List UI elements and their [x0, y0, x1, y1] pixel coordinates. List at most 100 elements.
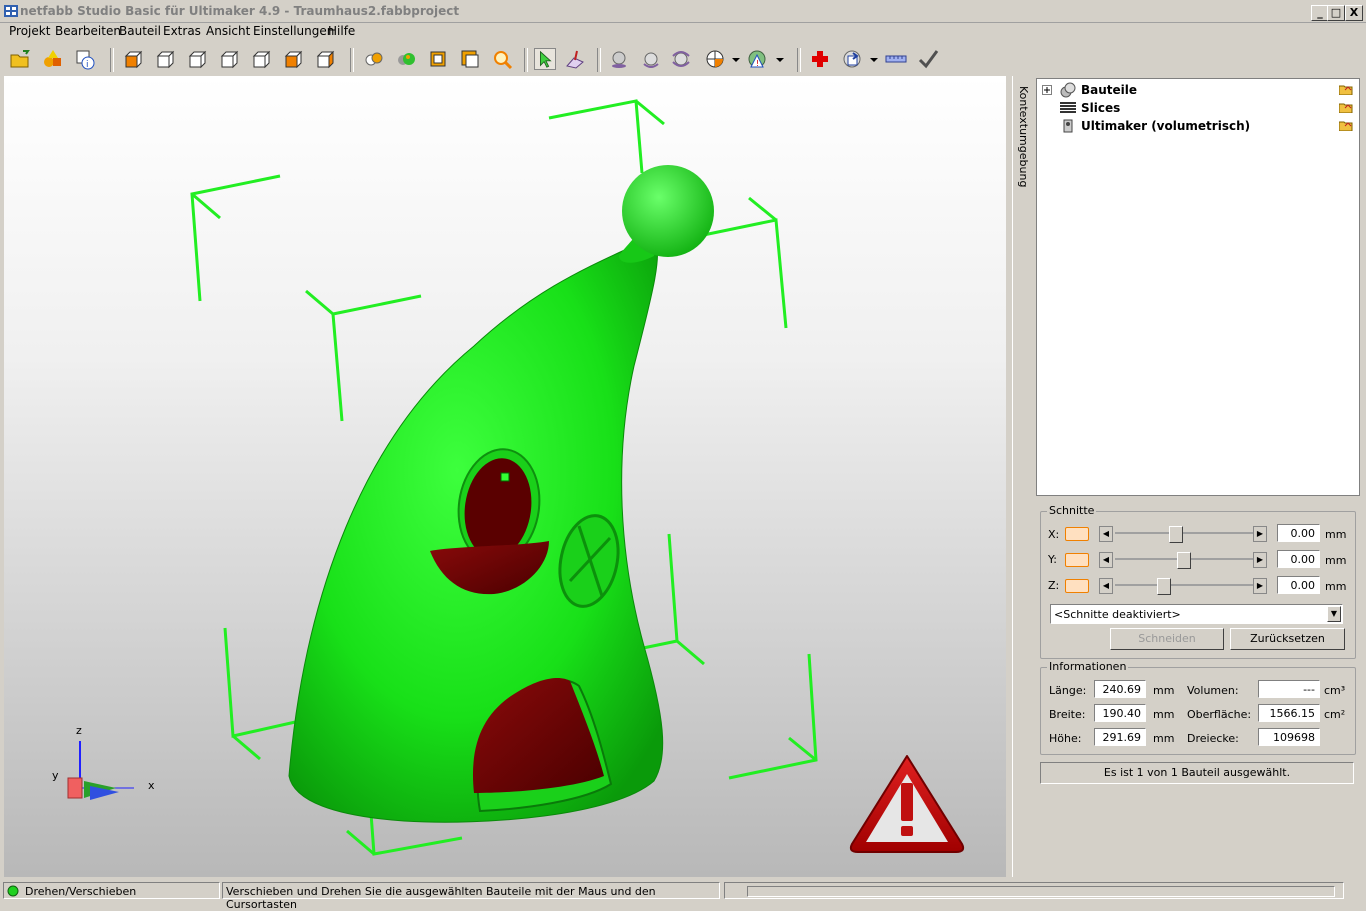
slider-right-arrow[interactable]: ▶ — [1253, 526, 1267, 542]
section-x-color[interactable] — [1065, 527, 1089, 541]
section-z-color[interactable] — [1065, 579, 1089, 593]
unit-label: mm — [1153, 708, 1175, 721]
status-mode: Drehen/Verschieben — [3, 882, 220, 899]
export-icon[interactable] — [841, 48, 863, 70]
window-title: netfabb Studio Basic für Ultimaker 4.9 -… — [20, 4, 460, 18]
slider-thumb[interactable] — [1177, 552, 1191, 569]
rotate-icon[interactable] — [640, 48, 662, 70]
view-bottom-icon[interactable] — [282, 48, 304, 70]
menu-projekt[interactable]: Projekt — [9, 24, 50, 38]
expand-icon[interactable] — [1042, 85, 1052, 95]
toolbar-separator — [110, 48, 114, 72]
solid-icon[interactable] — [395, 48, 417, 70]
tree-item-printer[interactable]: Ultimaker (volumetrisch) — [1037, 117, 1357, 135]
view-left-icon[interactable] — [186, 48, 208, 70]
select-icon[interactable] — [534, 48, 556, 70]
tree-item-label: Slices — [1081, 101, 1121, 115]
status-indicator-icon — [7, 885, 19, 897]
unit-label: mm — [1325, 580, 1347, 593]
section-y-slider[interactable]: ◀ ▶ — [1099, 552, 1269, 569]
viewport-scene[interactable]: z y x — [4, 76, 1006, 877]
checkmark-icon[interactable] — [917, 48, 939, 70]
unit-label: cm² — [1324, 708, 1346, 721]
add-part-icon[interactable] — [42, 48, 64, 70]
view-right-icon[interactable] — [218, 48, 240, 70]
menu-hilfe[interactable]: Hilfe — [328, 24, 355, 38]
slider-thumb[interactable] — [1157, 578, 1171, 595]
menu-bearbeiten[interactable]: Bearbeiten — [55, 24, 121, 38]
view-back-icon[interactable] — [154, 48, 176, 70]
menu-extras[interactable]: Extras — [163, 24, 201, 38]
reset-button[interactable]: Zurücksetzen — [1230, 628, 1345, 650]
slider-right-arrow[interactable]: ▶ — [1253, 552, 1267, 568]
3d-viewport[interactable]: z y x — [4, 76, 1006, 877]
selection-status: Es ist 1 von 1 Bauteil ausgewählt. — [1040, 762, 1354, 784]
slider-left-arrow[interactable]: ◀ — [1099, 552, 1113, 568]
cut-button[interactable]: Schneiden — [1110, 628, 1224, 650]
toolbar-separator — [524, 48, 528, 72]
context-tab[interactable]: Kontextumgebung — [1012, 76, 1033, 877]
length-label: Länge: — [1049, 684, 1087, 697]
box-view-icon[interactable] — [459, 48, 481, 70]
project-tree[interactable]: Bauteile Slices Ultimaker (volumetrisch) — [1036, 78, 1360, 496]
selection-handle[interactable] — [500, 472, 510, 482]
rotate-multi-icon[interactable] — [670, 48, 692, 70]
width-value: 190.40 — [1094, 704, 1146, 722]
triangles-value: 109698 — [1258, 728, 1320, 746]
slider-left-arrow[interactable]: ◀ — [1099, 578, 1113, 594]
progress-bar — [724, 882, 1344, 899]
move-icon[interactable] — [564, 48, 586, 70]
folder-open-icon[interactable] — [1339, 84, 1353, 95]
dropdown-arrow-icon[interactable]: ▼ — [1327, 606, 1341, 622]
chevron-down-icon[interactable] — [775, 48, 785, 70]
tree-item-slices[interactable]: Slices — [1037, 99, 1357, 117]
height-value: 291.69 — [1094, 728, 1146, 746]
measure-icon[interactable] — [885, 48, 907, 70]
section-x-input[interactable]: 0.00 — [1277, 524, 1320, 542]
tree-item-label: Bauteile — [1081, 83, 1138, 97]
view-top-icon[interactable] — [250, 48, 272, 70]
slider-thumb[interactable] — [1169, 526, 1183, 543]
section-z-slider[interactable]: ◀ ▶ — [1099, 578, 1269, 595]
section-x-slider[interactable]: ◀ ▶ — [1099, 526, 1269, 543]
chevron-down-icon[interactable] — [731, 48, 741, 70]
tree-item-parts[interactable]: Bauteile — [1037, 81, 1357, 99]
menu-ansicht[interactable]: Ansicht — [206, 24, 250, 38]
view-iso-icon[interactable] — [314, 48, 336, 70]
status-bar: Drehen/Verschieben Verschieben und Drehe… — [0, 880, 1366, 911]
section-y-input[interactable]: 0.00 — [1277, 550, 1320, 568]
status-mode-text: Drehen/Verschieben — [25, 885, 137, 898]
shading-icon[interactable] — [363, 48, 385, 70]
width-label: Breite: — [1049, 708, 1086, 721]
menu-einstellungen[interactable]: Einstellungen — [253, 24, 334, 38]
sphere-icon[interactable] — [608, 48, 630, 70]
repair-icon[interactable] — [809, 48, 831, 70]
status-hint: Verschieben und Drehen Sie die ausgewähl… — [222, 882, 720, 911]
chevron-down-icon[interactable] — [869, 48, 879, 70]
slider-left-arrow[interactable]: ◀ — [1099, 526, 1113, 542]
close-button[interactable]: X — [1345, 5, 1363, 21]
section-icon[interactable] — [704, 48, 726, 70]
slices-icon — [1060, 102, 1076, 113]
folder-open-icon[interactable] — [1339, 102, 1353, 113]
menu-bauteil[interactable]: Bauteil — [119, 24, 161, 38]
axis-x-label: X: — [1048, 528, 1060, 541]
section-mode-select[interactable]: <Schnitte deaktiviert> ▼ — [1050, 604, 1343, 624]
axis-z-label: Z: — [1048, 579, 1060, 592]
open-project-icon[interactable] — [9, 48, 31, 70]
unit-label: mm — [1325, 528, 1347, 541]
tree-item-label: Ultimaker (volumetrisch) — [1081, 119, 1251, 133]
wireframe-icon[interactable] — [427, 48, 449, 70]
slider-right-arrow[interactable]: ▶ — [1253, 578, 1267, 594]
view-front-icon[interactable] — [122, 48, 144, 70]
part-info-icon[interactable]: i — [74, 48, 96, 70]
context-tab-label: Kontextumgebung — [1017, 86, 1030, 188]
section-z-input[interactable]: 0.00 — [1277, 576, 1320, 594]
folder-open-icon[interactable] — [1339, 120, 1353, 131]
maximize-button[interactable]: □ — [1327, 5, 1345, 21]
zoom-icon[interactable] — [491, 48, 513, 70]
section-y-color[interactable] — [1065, 553, 1089, 567]
warning-view-icon[interactable]: ! — [746, 48, 768, 70]
house-model[interactable] — [288, 165, 714, 823]
warning-icon[interactable] — [849, 755, 965, 853]
